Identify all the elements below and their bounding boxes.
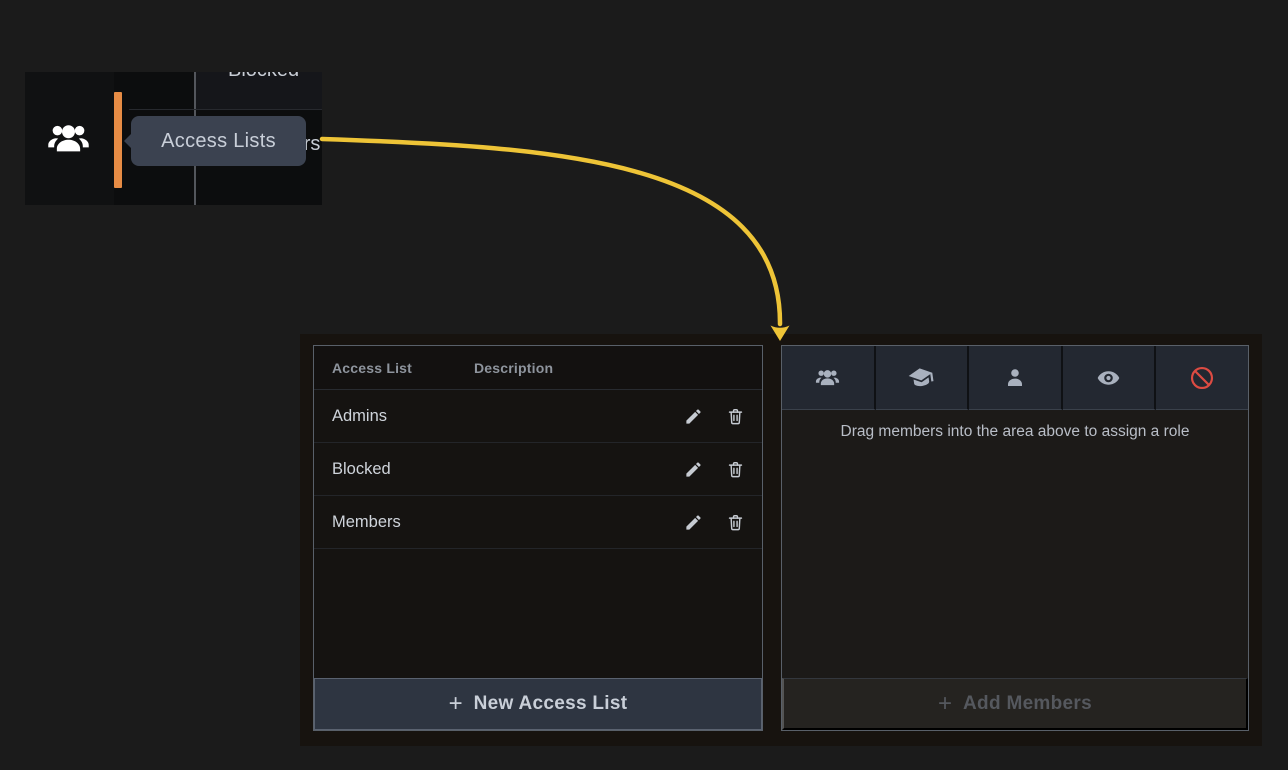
row-name: Members	[332, 513, 474, 532]
new-access-list-button[interactable]: + New Access List	[314, 678, 762, 730]
person-icon	[1003, 366, 1027, 390]
people-group-icon	[45, 118, 92, 160]
tooltip-notch	[124, 134, 131, 148]
delete-trash-icon[interactable]	[725, 459, 745, 479]
active-nav-indicator	[114, 92, 122, 188]
add-members-label: Add Members	[963, 693, 1092, 715]
delete-trash-icon[interactable]	[725, 512, 745, 532]
table-row-blocked[interactable]: Blocked	[314, 443, 762, 496]
role-cell-observer[interactable]	[1063, 346, 1157, 410]
delete-trash-icon[interactable]	[725, 406, 745, 426]
blocked-icon	[1189, 365, 1215, 391]
row-separator	[129, 109, 322, 110]
table-row-admins[interactable]: Admins	[314, 390, 762, 443]
access-lists-tooltip: Access Lists	[131, 116, 306, 166]
role-cell-blocked[interactable]	[1156, 346, 1248, 410]
column-header-access-list: Access List	[314, 360, 474, 376]
edit-pencil-icon[interactable]	[683, 512, 703, 532]
new-access-list-label: New Access List	[474, 693, 628, 715]
drop-hint-text: Drag members into the area above to assi…	[782, 423, 1248, 441]
group-icon	[814, 366, 841, 390]
add-members-button[interactable]: + Add Members	[782, 678, 1248, 730]
role-cell-group[interactable]	[782, 346, 876, 410]
row-name: Blocked	[332, 460, 474, 479]
clipped-row-blocked: Blocked	[228, 72, 299, 82]
graduation-cap-icon	[908, 365, 934, 391]
column-header-description: Description	[474, 360, 553, 376]
row-name: Admins	[332, 407, 474, 426]
edit-pencil-icon[interactable]	[683, 406, 703, 426]
members-panel: Drag members into the area above to assi…	[781, 345, 1249, 731]
table-row-members[interactable]: Members	[314, 496, 762, 549]
table-header: Access List Description	[314, 346, 762, 390]
edit-pencil-icon[interactable]	[683, 459, 703, 479]
plus-icon: +	[938, 692, 952, 716]
nav-inset: Blocked Members Access Lists	[25, 72, 322, 205]
role-cell-member[interactable]	[969, 346, 1063, 410]
role-drop-strip	[782, 346, 1248, 410]
plus-icon: +	[449, 692, 463, 716]
tooltip-label: Access Lists	[161, 130, 276, 153]
access-lists-panel: Access List Description Admins Blocked M…	[313, 345, 763, 731]
role-cell-instructor[interactable]	[876, 346, 970, 410]
eye-icon	[1095, 366, 1122, 390]
access-lists-nav-button[interactable]	[45, 118, 92, 160]
